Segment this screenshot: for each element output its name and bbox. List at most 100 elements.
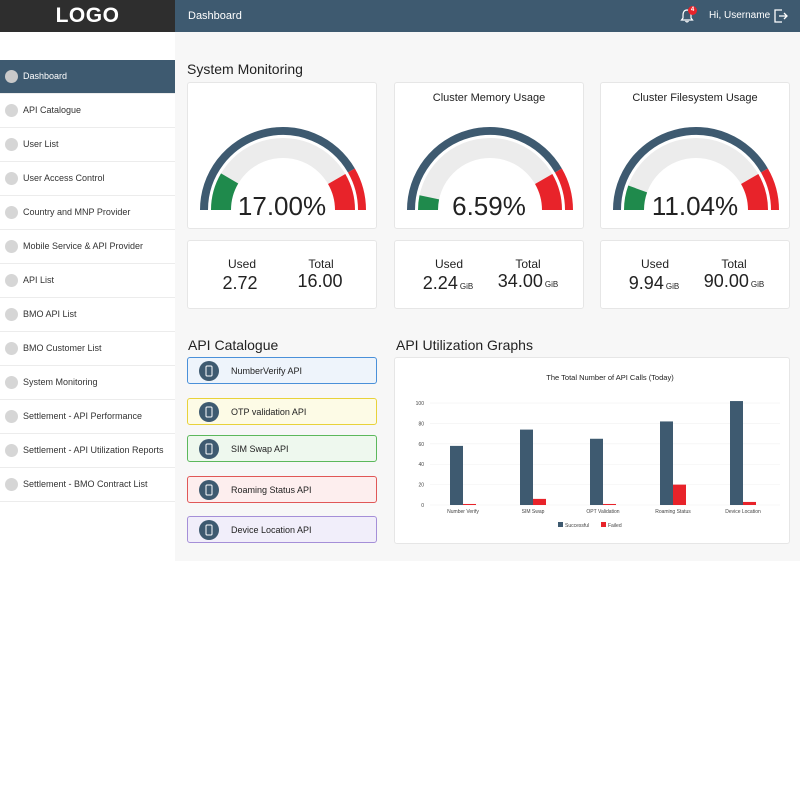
api-calls-bar-chart: The Total Number of API Calls (Today) 0 20…: [416, 373, 780, 529]
sidebar-item-system-monitoring[interactable]: System Monitoring: [0, 366, 175, 400]
bar-failed: [533, 498, 546, 505]
total-label: Total: [308, 257, 334, 271]
sim-swap-icon: [199, 439, 219, 459]
total-number: 16.00: [297, 271, 343, 291]
api-item-roaming-status-api[interactable]: Roaming Status API: [187, 476, 377, 503]
sidebar-item-country-and-mnp-provider[interactable]: Country and MNP Provider: [0, 196, 175, 230]
gauge-card: Cluster Memory Usage 6.59%: [394, 82, 584, 229]
api-item-otp-validation-api[interactable]: OTP validation API: [187, 398, 377, 425]
sidebar-item-bmo-api-list[interactable]: BMO API List: [0, 298, 175, 332]
api-cloud-location-icon: [199, 520, 219, 540]
api-item-label: OTP validation API: [231, 407, 307, 417]
user-greeting[interactable]: Hi, Username: [709, 0, 770, 32]
bar-failed: [603, 503, 616, 505]
nav-dot-icon: [5, 308, 18, 321]
sidebar-item-settlement-bmo-contract-list[interactable]: Settlement - BMO Contract List: [0, 468, 175, 502]
otp-phone-icon: [199, 402, 219, 422]
y-tick-label: 100: [416, 401, 425, 407]
api-utilization-title: API Utilization Graphs: [396, 337, 533, 353]
notification-badge: 4: [688, 6, 697, 15]
gauge-value: 6.59%: [452, 191, 526, 221]
bar-successful: [660, 421, 673, 505]
x-tick-label: Roaming Status: [655, 509, 691, 515]
legend-label: Successful: [565, 523, 589, 529]
api-item-label: NumberVerify API: [231, 366, 303, 376]
total-value: 16.00: [276, 271, 366, 292]
sidebar-item-label: BMO Customer List: [23, 343, 102, 353]
nav-dot-icon: [5, 274, 18, 287]
bar-failed: [463, 503, 476, 505]
bar-failed: [673, 484, 686, 505]
sidebar-item-label: Settlement - API Utilization Reports: [23, 445, 164, 455]
total-value: 34.00 GiB: [483, 271, 573, 292]
nav-dot-icon: [5, 342, 18, 355]
api-item-sim-swap-api[interactable]: SIM Swap API: [187, 435, 377, 462]
y-tick-label: 20: [418, 483, 424, 489]
sidebar-item-label: Settlement - BMO Contract List: [23, 479, 148, 489]
x-tick-label: Device Location: [725, 509, 761, 515]
bar-successful: [520, 429, 533, 505]
api-item-device-location-api[interactable]: Device Location API: [187, 516, 377, 543]
x-tick-label: Number Verify: [447, 509, 479, 515]
sidebar-item-user-list[interactable]: User List: [0, 128, 175, 162]
total-label: Total: [515, 257, 541, 271]
api-catalogue-title: API Catalogue: [188, 337, 279, 353]
usage-stat-card: Used Total 9.94 GiB 90.00 GiB: [600, 240, 790, 309]
sidebar-item-label: BMO API List: [23, 309, 77, 319]
sidebar-item-api-catalogue[interactable]: API Catalogue: [0, 94, 175, 128]
sidebar-item-settlement-api-utilization-reports[interactable]: Settlement - API Utilization Reports: [0, 434, 175, 468]
used-number: 9.94: [628, 273, 664, 293]
sidebar-item-label: User Access Control: [23, 173, 105, 183]
main-content: System Monitoring 17.00% Used Total 2.72 16.…: [175, 32, 800, 561]
used-unit: GiB: [665, 282, 680, 291]
nav-dot-icon: [5, 138, 18, 151]
used-label: Used: [227, 257, 256, 271]
top-bar: LOGO Dashboard 4 Hi, Username: [0, 0, 800, 32]
logout-icon[interactable]: [773, 8, 789, 24]
nav-dot-icon: [5, 376, 18, 389]
used-number: 2.24: [422, 273, 458, 293]
used-value: 2.72: [196, 273, 286, 294]
total-number: 90.00: [703, 271, 749, 291]
bar-successful: [450, 445, 463, 505]
system-monitoring-title: System Monitoring: [187, 61, 303, 77]
bar-successful: [730, 401, 743, 505]
sidebar-item-user-access-control[interactable]: User Access Control: [0, 162, 175, 196]
nav-dot-icon: [5, 172, 18, 185]
y-tick-label: 80: [418, 421, 424, 427]
used-unit: GiB: [459, 282, 474, 291]
total-unit: GiB: [750, 280, 765, 289]
sidebar-item-mobile-service-api-provider[interactable]: Mobile Service & API Provider: [0, 230, 175, 264]
chart-title: The Total Number of API Calls (Today): [546, 373, 674, 382]
gauge-card: 17.00%: [187, 82, 377, 229]
sidebar-item-label: Dashboard: [23, 71, 68, 81]
legend-label: Failed: [608, 523, 622, 529]
bar-successful: [590, 438, 603, 505]
logo[interactable]: LOGO: [0, 0, 175, 32]
nav-dot-icon: [5, 240, 18, 253]
sidebar-item-settlement-api-performance[interactable]: Settlement - API Performance: [0, 400, 175, 434]
y-tick-label: 40: [418, 462, 424, 468]
nav-dot-icon: [5, 206, 18, 219]
y-tick-label: 60: [418, 442, 424, 448]
api-item-label: Roaming Status API: [231, 485, 312, 495]
gauge-value: 11.04%: [651, 191, 739, 221]
page-title: Dashboard: [188, 10, 242, 22]
api-cloud-icon: [199, 480, 219, 500]
total-label: Total: [721, 257, 747, 271]
api-item-numberverify-api[interactable]: NumberVerify API: [187, 357, 377, 384]
sidebar-item-label: Settlement - API Performance: [23, 411, 143, 421]
total-number: 34.00: [497, 271, 543, 291]
bar-failed: [743, 501, 756, 505]
sidebar-item-api-list[interactable]: API List: [0, 264, 175, 298]
gauge-card: Cluster Filesystem Usage 11.04%: [600, 82, 790, 229]
usage-stat-card: Used Total 2.24 GiB 34.00 GiB: [394, 240, 584, 309]
sidebar-item-dashboard[interactable]: Dashboard: [0, 60, 175, 94]
sidebar-item-bmo-customer-list[interactable]: BMO Customer List: [0, 332, 175, 366]
sidebar-item-label: System Monitoring: [23, 377, 98, 387]
total-value: 90.00 GiB: [689, 271, 779, 292]
phone-check-icon: [199, 361, 219, 381]
api-item-label: Device Location API: [231, 525, 312, 535]
sidebar-item-label: Country and MNP Provider: [23, 207, 131, 217]
sidebar-item-label: User List: [23, 139, 59, 149]
